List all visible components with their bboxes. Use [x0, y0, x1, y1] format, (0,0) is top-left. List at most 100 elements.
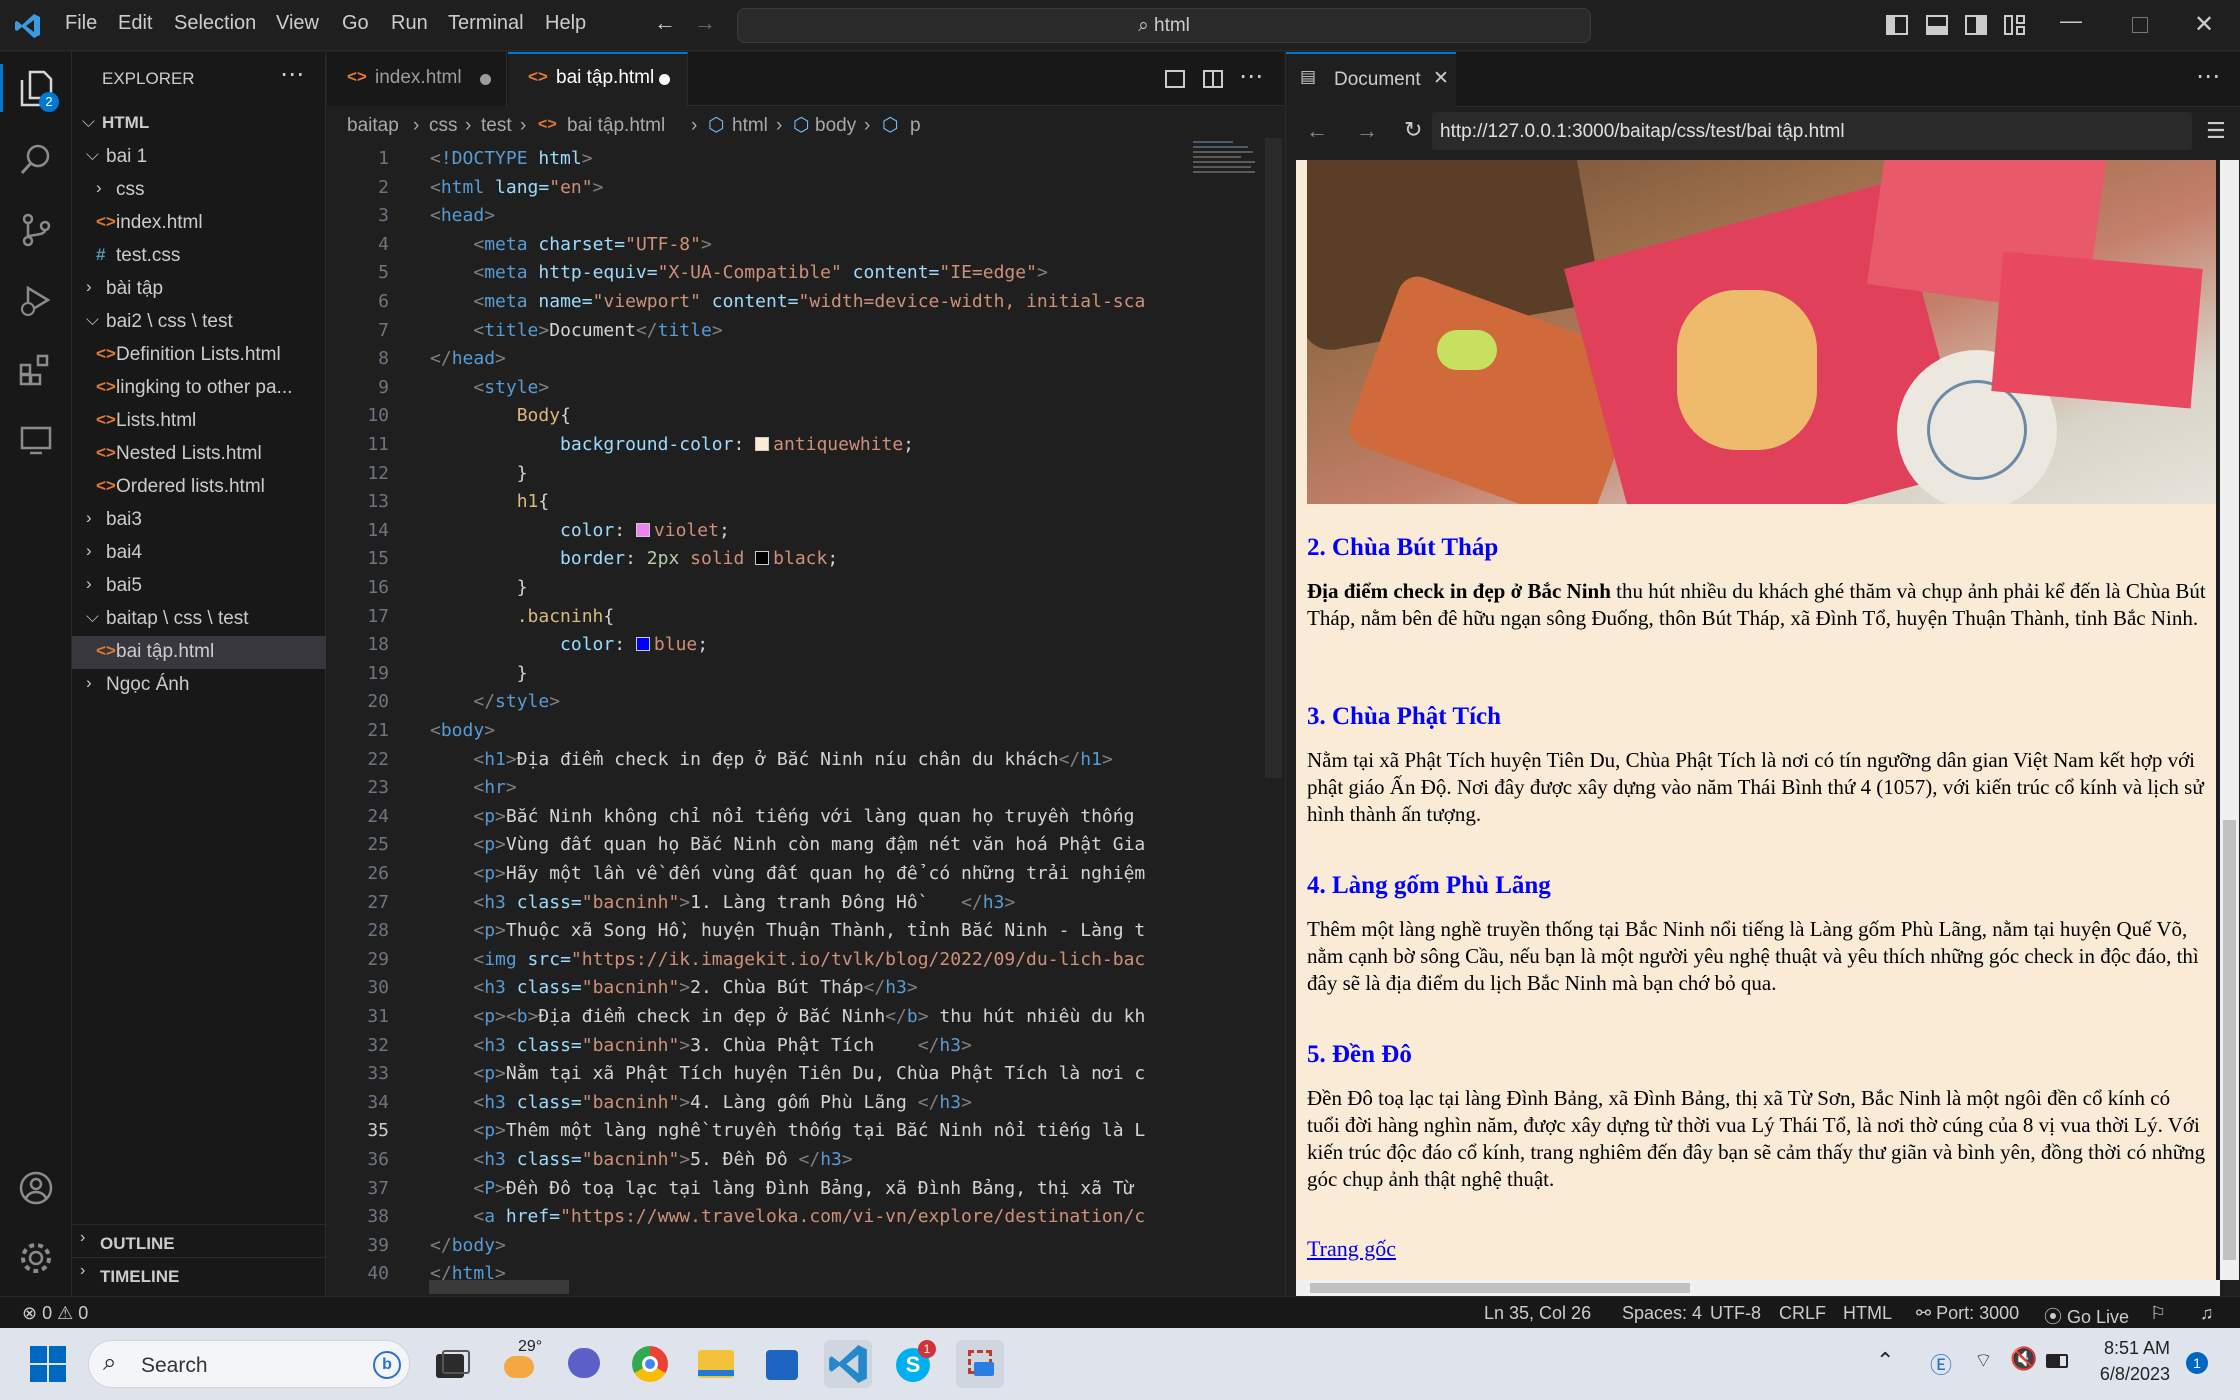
tree-item[interactable]: › bai4: [72, 537, 326, 570]
menu-file[interactable]: File: [65, 12, 97, 35]
weather-widget-icon[interactable]: 29°: [498, 1338, 546, 1388]
menu-go[interactable]: Go: [342, 12, 369, 35]
tab-bai-tap-html[interactable]: <> bai tập.html: [508, 52, 688, 107]
tree-item[interactable]: › bài tập: [72, 273, 326, 306]
breadcrumb-item[interactable]: p: [910, 115, 921, 137]
preview-link[interactable]: Trang gốc: [1307, 1236, 1396, 1262]
taskbar-search[interactable]: ⌕ Search b: [88, 1340, 410, 1388]
code-line[interactable]: 4 <meta charset="UTF-8">: [327, 234, 1284, 263]
tree-item[interactable]: › bai5: [72, 570, 326, 603]
code-line[interactable]: 2 <html lang="en">: [327, 177, 1284, 206]
code-line[interactable]: 36 <h3 class="bacninh">5. Đền Đô </h3>: [327, 1149, 1284, 1178]
breadcrumb-item[interactable]: css: [429, 115, 458, 137]
remote-explorer-icon[interactable]: [18, 422, 54, 458]
more-actions-icon[interactable]: ⋯: [1239, 62, 1263, 91]
more-actions-icon[interactable]: ⋯: [280, 60, 304, 89]
notifications-bell-icon[interactable]: ♫: [2200, 1303, 2214, 1324]
code-line[interactable]: 31 <p><b>Địa điểm check in đẹp ở Bắc Nin…: [327, 1006, 1284, 1035]
code-line[interactable]: 8 </head>: [327, 348, 1284, 377]
cursor-position[interactable]: Ln 35, Col 26: [1484, 1303, 1591, 1324]
tree-item[interactable]: <> Definition Lists.html: [72, 339, 326, 372]
command-center[interactable]: ⌕ html: [737, 8, 1591, 43]
code-line[interactable]: 11 background-color: antiquewhite;: [327, 434, 1284, 463]
code-line[interactable]: 34 <h3 class="bacninh">4. Làng gốm Phù L…: [327, 1092, 1284, 1121]
tree-item[interactable]: <> Lists.html: [72, 405, 326, 438]
language-mode[interactable]: HTML: [1843, 1303, 1892, 1324]
forward-arrow-icon[interactable]: →: [694, 10, 716, 36]
code-line[interactable]: 29 <img src="https://ik.imagekit.io/tvlk…: [327, 949, 1284, 978]
code-line[interactable]: 22 <h1>Địa điểm check in đẹp ở Bắc Ninh …: [327, 749, 1284, 778]
forward-arrow-icon[interactable]: →: [1356, 118, 1378, 144]
code-line[interactable]: 39 </body>: [327, 1235, 1284, 1264]
color-swatch[interactable]: [755, 437, 770, 451]
snipping-tool-icon[interactable]: [956, 1340, 1004, 1388]
code-line[interactable]: 33 <p>Nằm tại xã Phật Tích huyện Tiên Du…: [327, 1063, 1284, 1092]
code-line[interactable]: 7 <title>Document</title>: [327, 320, 1284, 349]
wifi-icon[interactable]: ⌔: [1974, 1348, 1993, 1373]
tree-item[interactable]: <> lingking to other pa...: [72, 372, 326, 405]
breadcrumb-item[interactable]: baitap: [347, 115, 399, 137]
code-line[interactable]: 12 }: [327, 463, 1284, 492]
tree-item[interactable]: <> index.html: [72, 207, 326, 240]
preview-vertical-scrollbar[interactable]: [2220, 160, 2239, 1280]
code-line[interactable]: 19 }: [327, 663, 1284, 692]
unsaved-dot-icon[interactable]: [659, 74, 670, 85]
code-line[interactable]: 28 <p>Thuộc xã Song Hồ, huyện Thuận Thàn…: [327, 920, 1284, 949]
clock-date[interactable]: 6/8/2023: [2094, 1364, 2170, 1385]
code-line[interactable]: 1 <!DOCTYPE html>: [327, 148, 1284, 177]
color-swatch[interactable]: [635, 522, 650, 537]
code-line[interactable]: 25 <p>Vùng đất quan họ Bắc Ninh còn mang…: [327, 834, 1284, 863]
menu-view[interactable]: View: [276, 12, 319, 35]
skype-icon[interactable]: S1: [890, 1340, 938, 1388]
more-actions-icon[interactable]: ⋯: [2196, 62, 2220, 91]
show-hidden-icons[interactable]: ⌃: [1876, 1348, 1894, 1374]
tree-item[interactable]: <> Nested Lists.html: [72, 438, 326, 471]
back-arrow-icon[interactable]: ←: [654, 10, 676, 36]
code-line[interactable]: 10 Body{: [327, 405, 1284, 434]
bing-icon[interactable]: b: [373, 1351, 401, 1379]
tree-item[interactable]: <> Ordered lists.html: [72, 471, 326, 504]
menu-run[interactable]: Run: [391, 12, 428, 35]
menu-help[interactable]: Help: [545, 12, 586, 35]
code-line[interactable]: 17 .bacninh{: [327, 606, 1284, 635]
preview-page[interactable]: 2. Chùa Bút Tháp Địa điểm check in đẹp ở…: [1296, 160, 2216, 1280]
close-window-icon[interactable]: ✕: [2194, 10, 2214, 39]
tree-item[interactable]: › bai3: [72, 504, 326, 537]
ime-icon[interactable]: Ⓔ: [1930, 1348, 1952, 1380]
minimize-icon[interactable]: —: [2060, 8, 2082, 34]
outline-section[interactable]: › OUTLINE: [72, 1224, 326, 1253]
horizontal-scrollbar[interactable]: [429, 1280, 569, 1294]
tree-item[interactable]: ⌵ baitap \ css \ test: [72, 603, 326, 636]
source-control-icon[interactable]: [18, 212, 54, 248]
volume-muted-icon[interactable]: 🔇: [2010, 1346, 2037, 1372]
code-line[interactable]: 14 color: violet;: [327, 520, 1284, 549]
menu-selection[interactable]: Selection: [174, 12, 256, 35]
file-explorer-icon[interactable]: [692, 1340, 740, 1388]
editor-scrollbar[interactable]: [1265, 138, 1282, 778]
code-line[interactable]: 24 <p>Bắc Ninh không chỉ nổi tiếng với l…: [327, 806, 1284, 835]
preview-horizontal-scrollbar[interactable]: [1296, 1280, 2220, 1296]
run-debug-icon[interactable]: [18, 282, 54, 318]
color-swatch[interactable]: [635, 637, 650, 652]
open-preview-icon[interactable]: [1165, 70, 1185, 88]
split-editor-icon[interactable]: [1203, 70, 1223, 88]
timeline-section[interactable]: › TIMELINE: [72, 1257, 326, 1286]
breadcrumb-item[interactable]: bai tập.html: [567, 115, 665, 137]
code-line[interactable]: 15 border: 2px solid black;: [327, 548, 1284, 577]
clock-time[interactable]: 8:51 AM: [2098, 1338, 2170, 1359]
code-line[interactable]: 26 <p>Hãy một lần về đến vùng đất quan h…: [327, 863, 1284, 892]
toggle-panel-icon[interactable]: [1926, 15, 1948, 35]
reload-icon[interactable]: ↻: [1404, 117, 1422, 143]
menu-edit[interactable]: Edit: [118, 12, 152, 35]
code-line[interactable]: 21 <body>: [327, 720, 1284, 749]
close-tab-icon[interactable]: ✕: [1433, 67, 1449, 90]
color-swatch[interactable]: [755, 551, 770, 566]
code-line[interactable]: 23 <hr>: [327, 777, 1284, 806]
go-live-button[interactable]: ⦿ Go Live: [2044, 1303, 2129, 1329]
code-line[interactable]: 13 h1{: [327, 491, 1284, 520]
code-line[interactable]: 18 color: blue;: [327, 634, 1284, 663]
code-line[interactable]: 38 <a href="https://www.traveloka.com/vi…: [327, 1206, 1284, 1235]
unsaved-dot-icon[interactable]: [480, 74, 491, 85]
code-line[interactable]: 6 <meta name="viewport" content="width=d…: [327, 291, 1284, 320]
encoding[interactable]: UTF-8: [1710, 1303, 1761, 1324]
